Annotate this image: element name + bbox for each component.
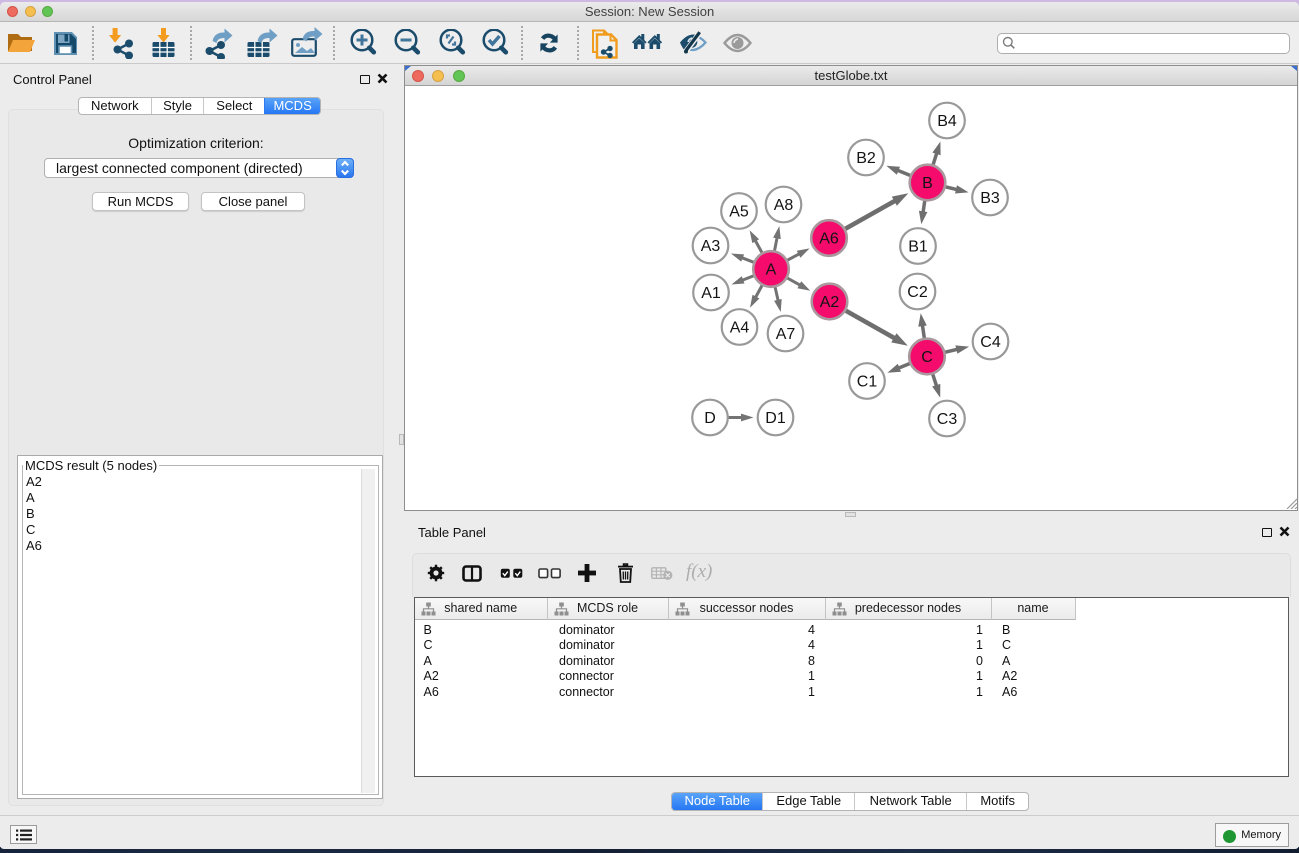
svg-text:C3: C3 <box>937 411 958 428</box>
svg-text:D1: D1 <box>765 410 786 427</box>
svg-text:D: D <box>704 410 716 427</box>
svg-text:C1: C1 <box>857 374 878 391</box>
svg-text:A1: A1 <box>701 285 721 302</box>
svg-text:A4: A4 <box>730 320 750 337</box>
svg-text:C4: C4 <box>980 334 1001 351</box>
svg-text:C: C <box>921 349 933 366</box>
svg-text:B1: B1 <box>908 239 928 256</box>
svg-text:A7: A7 <box>776 326 796 343</box>
svg-text:B4: B4 <box>937 113 957 130</box>
svg-text:B3: B3 <box>980 190 1000 207</box>
svg-text:A2: A2 <box>820 294 840 311</box>
svg-text:A8: A8 <box>774 197 794 214</box>
svg-text:C2: C2 <box>907 284 928 301</box>
svg-text:A5: A5 <box>729 204 749 221</box>
svg-text:A3: A3 <box>701 238 721 255</box>
svg-text:B: B <box>922 175 933 192</box>
svg-text:A: A <box>766 262 777 279</box>
svg-text:A6: A6 <box>819 231 839 248</box>
svg-text:B2: B2 <box>856 150 876 167</box>
